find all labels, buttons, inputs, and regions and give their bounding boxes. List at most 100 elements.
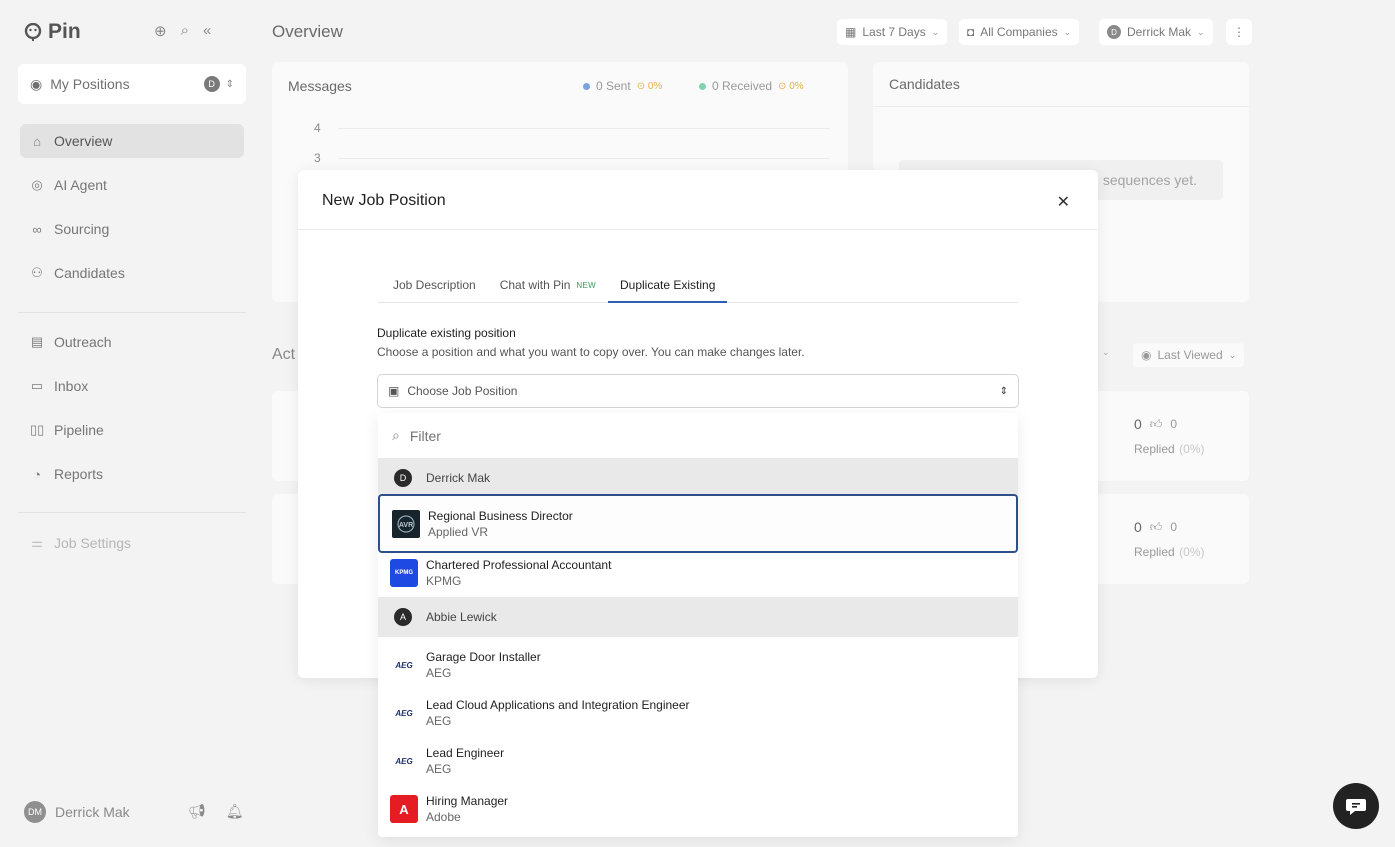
sidebar-item-label: Inbox (54, 378, 89, 394)
companies-dropdown[interactable]: ◘ All Companies ⌄ (959, 19, 1080, 45)
sidebar-item-label: AI Agent (54, 177, 107, 193)
list-item[interactable]: A Hiring Manager Adobe (378, 785, 1018, 833)
sidebar-item-inbox[interactable]: ▭ Inbox (20, 369, 244, 403)
eye-icon: ◉ (1141, 348, 1152, 362)
ai-agent-icon: ◎ (31, 177, 43, 192)
sidebar-item-job-settings[interactable]: ⚌ Job Settings (20, 526, 244, 560)
avatar: DM (24, 801, 46, 823)
list-item[interactable]: AEG Lead Engineer AEG (378, 737, 1018, 785)
bell-icon[interactable]: 🔔︎ (226, 803, 244, 820)
sidebar-item-sourcing[interactable]: ∞ Sourcing (20, 212, 244, 246)
positions-selector[interactable]: ◉ My Positions D ⇕ (18, 64, 246, 104)
sidebar-item-pipeline[interactable]: ▯▯ Pipeline (20, 413, 244, 447)
collapse-sidebar-icon[interactable]: « (203, 22, 211, 40)
avatar: A (394, 608, 412, 626)
add-circle-icon[interactable]: ⊕ (154, 22, 167, 40)
chevron-updown-icon: ⇕ (225, 78, 234, 90)
sidebar-item-label: Overview (54, 133, 113, 149)
calendar-icon: ▦ (845, 25, 857, 39)
list-item[interactable]: AEG Garage Door Installer AEG (378, 641, 1018, 689)
tab-duplicate-existing[interactable]: Duplicate Existing (608, 276, 728, 303)
chevron-down-icon: ⌄ (931, 26, 940, 37)
received-label: 0 Received (712, 79, 773, 93)
filter-input[interactable] (409, 427, 910, 444)
grid-line (338, 158, 830, 159)
sort-dropdown[interactable]: ◉ Last Viewed ⌄ (1133, 343, 1245, 367)
brand-name: Pin (48, 20, 81, 43)
option-title: Lead Engineer (426, 746, 505, 760)
filter-bar: ⌕ (378, 413, 1018, 458)
replied-label: Replied (1134, 545, 1175, 559)
user-name: Derrick Mak (55, 804, 130, 820)
new-badge: NEW (576, 281, 596, 290)
tab-chat-with-pin[interactable]: Chat with Pin NEW (488, 276, 608, 303)
list-item[interactable]: AVR Regional Business Director Applied V… (378, 494, 1018, 553)
adobe-logo-icon: A (390, 795, 418, 823)
candidates-title: Candidates (889, 76, 960, 92)
user-profile[interactable]: DM Derrick Mak (24, 801, 130, 823)
replied-pct: (0%) (1179, 545, 1205, 559)
y-tick: 3 (314, 151, 321, 165)
replied-label: Replied (1134, 442, 1175, 456)
megaphone-icon[interactable]: 📢︎ (188, 803, 206, 820)
sidebar-item-ai-agent[interactable]: ◎ AI Agent (20, 168, 244, 202)
search-icon[interactable]: ⌕ (181, 22, 189, 40)
chat-support-button[interactable] (1333, 783, 1379, 829)
aeg-logo-icon: AEG (390, 651, 418, 679)
chevron-down-icon[interactable]: ⌄ (1102, 347, 1110, 358)
company-icon: ◘ (967, 25, 975, 39)
group-header: D Derrick Mak (378, 458, 1018, 498)
group-owner: Derrick Mak (426, 471, 491, 485)
chevron-down-icon: ⌄ (1063, 26, 1072, 37)
sidebar-item-reports[interactable]: ◔ Reports (20, 457, 244, 491)
sidebar-item-label: Sourcing (54, 221, 110, 237)
option-title: Lead Cloud Applications and Integration … (426, 698, 690, 712)
replied-pct: (0%) (1179, 442, 1205, 456)
list-item[interactable]: KPMG Chartered Professional Accountant K… (378, 549, 1018, 597)
sidebar-item-label: Candidates (54, 265, 125, 281)
positions-label: My Positions (50, 76, 130, 92)
sidebar-item-label: Outreach (54, 334, 112, 350)
home-icon: ⌂ (33, 133, 41, 149)
thumbs-up-icon: 👍︎ (1149, 416, 1163, 431)
chevron-updown-icon: ⇕ (999, 385, 1008, 397)
aeg-logo-icon: AEG (390, 747, 418, 775)
more-options-button[interactable]: ⋮ (1226, 19, 1252, 45)
option-title: Hiring Manager (426, 794, 509, 808)
option-title: Chartered Professional Accountant (426, 558, 612, 572)
sidebar-item-candidates[interactable]: ⚇ Candidates (20, 256, 244, 290)
close-icon[interactable]: ✕ (1057, 192, 1070, 212)
sidebar-item-label: Pipeline (54, 422, 104, 438)
stat-count: 0 (1134, 519, 1142, 535)
pin-logo-icon (24, 23, 42, 41)
user-circle-icon: ◉ (30, 75, 43, 92)
sidebar-item-label: Reports (54, 466, 104, 482)
modal-tabs: Job Description Chat with Pin NEW Duplic… (378, 276, 1018, 303)
sidebar-divider (18, 512, 246, 513)
received-dot (699, 82, 706, 90)
brand-logo[interactable]: Pin (24, 20, 81, 44)
user-filter-dropdown[interactable]: D Derrick Mak ⌄ (1099, 19, 1213, 45)
avatar: D (1107, 25, 1121, 39)
search-icon: ⌕ (392, 427, 400, 443)
list-item[interactable]: AEG Lead Cloud Applications and Integrat… (378, 689, 1018, 737)
sidebar-item-overview[interactable]: ⌂ Overview (20, 124, 244, 158)
sent-label: 0 Sent (596, 79, 631, 93)
sidebar-item-outreach[interactable]: ▤ Outreach (20, 325, 244, 359)
job-position-dropdown: ⌕ D Derrick Mak AVR Regional Business Di… (378, 413, 1018, 837)
outreach-icon: ▤ (30, 334, 44, 349)
y-tick: 4 (314, 121, 321, 135)
likes-count: 0 (1170, 520, 1178, 534)
option-company: AEG (426, 714, 452, 728)
tab-job-description[interactable]: Job Description (381, 276, 488, 303)
sidebar: Pin ⊕ ⌕ « ◉ My Positions D ⇕ ⌂ Overview … (0, 0, 262, 847)
legend-sent: 0 Sent ⊙ 0% (583, 79, 662, 93)
date-range-dropdown[interactable]: ▦ Last 7 Days ⌄ (837, 19, 948, 45)
select-placeholder: Choose Job Position (407, 384, 518, 398)
grid-line (338, 128, 830, 129)
kpmg-logo-icon: KPMG (390, 559, 418, 587)
job-position-select[interactable]: ▣ Choose Job Position ⇕ (377, 374, 1019, 408)
user-filter-label: Derrick Mak (1127, 25, 1192, 39)
group-header: A Abbie Lewick (378, 597, 1018, 637)
svg-text:AVR: AVR (399, 522, 413, 529)
